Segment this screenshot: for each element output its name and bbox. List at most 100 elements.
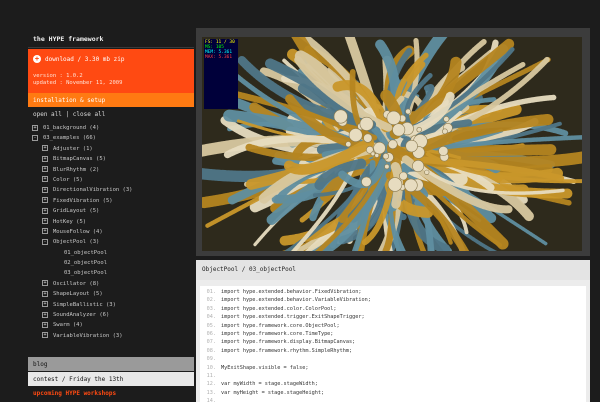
install-setup-link[interactable]: installation & setup bbox=[28, 93, 194, 107]
blog-link[interactable]: blog bbox=[28, 357, 194, 371]
artwork-ring bbox=[373, 141, 386, 155]
code-line: 06. import hype.framework.core.TimeType; bbox=[200, 330, 586, 338]
code-line: 11. bbox=[200, 372, 586, 380]
tree-item-label: MouseFollow (4) bbox=[53, 228, 103, 235]
expand-icon[interactable]: + bbox=[42, 186, 48, 193]
line-number: 03. bbox=[206, 305, 216, 312]
code-line: 14. bbox=[200, 397, 586, 402]
artwork-ring bbox=[386, 110, 401, 125]
tree-item[interactable]: + SimpleBallistic (3) bbox=[28, 300, 194, 310]
expand-icon[interactable]: + bbox=[42, 280, 48, 287]
tree-item[interactable]: + Color (5) bbox=[28, 175, 194, 185]
code-text: import hype.extended.color.ColorPool; bbox=[221, 305, 337, 312]
line-number: 12. bbox=[206, 381, 216, 388]
tree-item[interactable]: + FixedVibration (5) bbox=[28, 196, 194, 206]
expand-icon[interactable]: + bbox=[42, 166, 48, 173]
tree-item-label: VariableVibration (3) bbox=[53, 332, 123, 339]
artwork-ring bbox=[405, 139, 418, 153]
code-line: 07. import hype.framework.display.BitmapC… bbox=[200, 338, 586, 346]
artwork-ring bbox=[412, 160, 425, 173]
tree-item[interactable]: + ShapeLayout (5) bbox=[28, 289, 194, 299]
tree-item[interactable]: + BitmapCanvas (5) bbox=[28, 154, 194, 164]
collapse-icon[interactable]: - bbox=[42, 238, 48, 245]
tree-item[interactable]: + VariableVibration (3) bbox=[28, 331, 194, 341]
tree-item[interactable]: -03_examples (66) bbox=[28, 133, 194, 143]
code-panel: 01. import hype.extended.behavior.FixedVi… bbox=[196, 280, 590, 402]
expand-icon[interactable]: + bbox=[42, 228, 48, 235]
tree-item-label: SimpleBallistic (3) bbox=[53, 301, 116, 308]
code-text: import hype.extended.behavior.VariableVi… bbox=[221, 297, 371, 304]
tree-item[interactable]: + Adjuster (1) bbox=[28, 144, 194, 154]
tree-item[interactable]: 01_objectPool bbox=[28, 248, 194, 258]
code-text: import hype.framework.core.TimeType; bbox=[221, 330, 334, 337]
expand-icon[interactable]: + bbox=[32, 124, 38, 131]
workshops-link[interactable]: upcoming HYPE workshops bbox=[28, 388, 194, 400]
close-all-link[interactable]: close all bbox=[73, 111, 106, 118]
expand-icon[interactable]: + bbox=[42, 311, 48, 318]
contest-link[interactable]: contest / Friday the 13th bbox=[28, 372, 194, 386]
tree-item[interactable]: +01_background (4) bbox=[28, 123, 194, 133]
expand-icon[interactable]: + bbox=[42, 197, 48, 204]
demo-canvas[interactable]: FS: 11 / 30 MS: 105 MEM: 5.361 MAX: 5.36… bbox=[202, 37, 582, 251]
artwork-ring bbox=[333, 109, 348, 124]
open-all-link[interactable]: open all bbox=[33, 111, 62, 118]
tree-item[interactable]: + DirectionalVibration (3) bbox=[28, 185, 194, 195]
line-number: 09. bbox=[206, 356, 216, 363]
plus-icon: + bbox=[33, 55, 41, 63]
tree-item[interactable]: 03_objectPool bbox=[28, 268, 194, 278]
controls-separator: | bbox=[65, 111, 70, 118]
sidebar: the HYPE framework + download / 3.30 mb … bbox=[28, 28, 194, 402]
tree-item[interactable]: - ObjectPool (3) bbox=[28, 237, 194, 247]
expand-icon[interactable]: + bbox=[42, 290, 48, 297]
artwork-ring bbox=[399, 171, 408, 181]
artwork-ring bbox=[405, 108, 411, 115]
site-title[interactable]: the HYPE framework bbox=[28, 28, 194, 48]
expand-icon[interactable]: + bbox=[42, 176, 48, 183]
expand-icon[interactable]: + bbox=[42, 207, 48, 214]
code-line: 01. import hype.extended.behavior.FixedVi… bbox=[200, 288, 586, 296]
code-listing[interactable]: 01. import hype.extended.behavior.FixedVi… bbox=[200, 286, 586, 402]
tree-item[interactable]: + MouseFollow (4) bbox=[28, 227, 194, 237]
updated-text: updated : November 11, 2009 bbox=[33, 80, 123, 86]
code-text: import hype.framework.display.BitmapCanv… bbox=[221, 339, 356, 346]
expand-icon[interactable]: + bbox=[42, 145, 48, 152]
tree-item-label: Color (5) bbox=[53, 176, 83, 183]
tree-item-label: GridLayout (5) bbox=[53, 208, 100, 215]
tree-item[interactable]: + SoundAnalyzer (6) bbox=[28, 310, 194, 320]
artwork-ring bbox=[363, 133, 373, 143]
artwork-ring bbox=[392, 123, 406, 137]
tree-item[interactable]: + Swarm (4) bbox=[28, 320, 194, 330]
tree-item-label: Adjuster (1) bbox=[53, 145, 93, 152]
tree-item[interactable]: 02_objectPool bbox=[28, 258, 194, 268]
example-tree: +01_background (4) -03_examples (66) + Adju… bbox=[28, 123, 194, 341]
artwork-ring bbox=[387, 177, 403, 192]
expand-icon[interactable]: + bbox=[42, 155, 48, 162]
artwork-ring bbox=[388, 139, 398, 150]
tree-item[interactable]: + HotKey (5) bbox=[28, 217, 194, 227]
tree-item-label: Swarm (4) bbox=[53, 322, 83, 329]
artwork-ring bbox=[359, 116, 374, 131]
expand-icon[interactable]: + bbox=[42, 218, 48, 225]
line-number: 10. bbox=[206, 364, 216, 371]
code-line: 12. var myWidth = stage.stageWidth; bbox=[200, 380, 586, 388]
performance-stats: FS: 11 / 30 MS: 105 MEM: 5.361 MAX: 5.36… bbox=[204, 39, 238, 109]
tree-item[interactable]: + BlurRhythm (2) bbox=[28, 165, 194, 175]
tree-item[interactable]: + Oscillator (8) bbox=[28, 279, 194, 289]
artwork-ring bbox=[361, 176, 372, 188]
tree-item[interactable]: + GridLayout (5) bbox=[28, 206, 194, 216]
tree-item-label: 03_examples (66) bbox=[43, 135, 96, 142]
download-button[interactable]: + download / 3.30 mb zip version : 1.0.2… bbox=[28, 49, 194, 93]
tree-item-label: 02_objectPool bbox=[64, 260, 108, 267]
line-number: 07. bbox=[206, 339, 216, 346]
code-text: MyExitShape.visible = false; bbox=[221, 364, 309, 371]
line-number: 06. bbox=[206, 330, 216, 337]
code-line: 09. bbox=[200, 355, 586, 363]
expand-icon[interactable]: + bbox=[42, 301, 48, 308]
expand-icon[interactable]: + bbox=[42, 321, 48, 328]
code-text: var myWidth = stage.stageWidth; bbox=[221, 381, 318, 388]
tree-item-label: BlurRhythm (2) bbox=[53, 166, 100, 173]
code-text: import hype.extended.trigger.ExitShapeTr… bbox=[221, 314, 365, 321]
collapse-icon[interactable]: - bbox=[32, 134, 38, 141]
artwork-ring bbox=[416, 126, 422, 133]
expand-icon[interactable]: + bbox=[42, 332, 48, 339]
